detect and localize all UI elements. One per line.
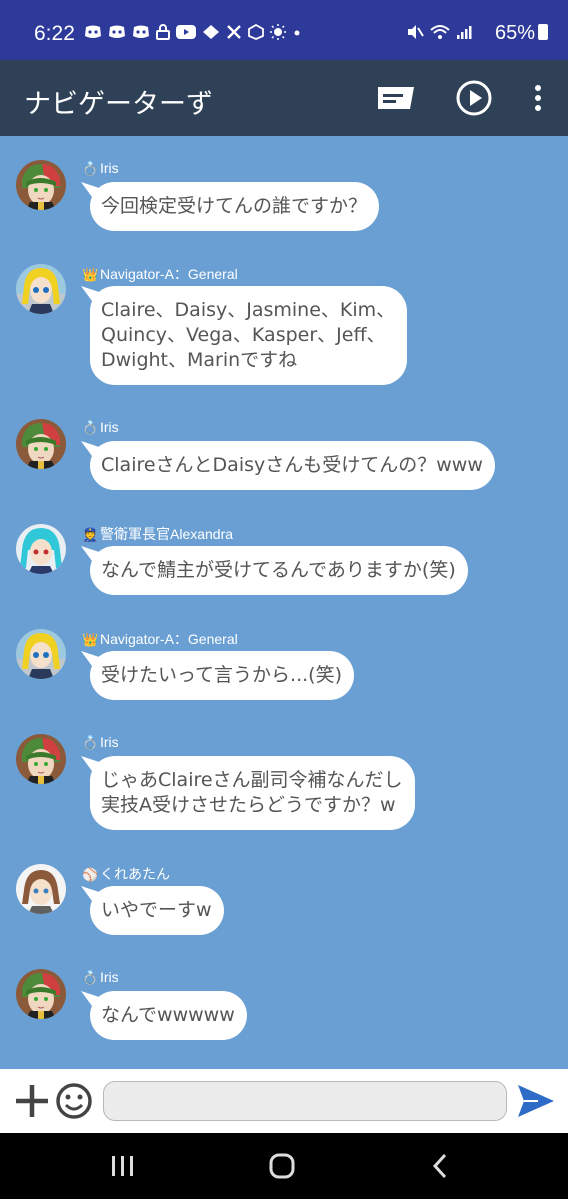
message-bubble[interactable]: ClaireさんとDaisyさんも受けてんの？www xyxy=(90,441,495,490)
more-vert-icon xyxy=(535,85,541,111)
sender-name: 💍 Iris xyxy=(82,160,119,176)
discord-icon xyxy=(85,25,101,38)
back-button[interactable] xyxy=(422,1149,458,1183)
smiley-icon xyxy=(56,1083,92,1119)
crown-icon: 👑 xyxy=(82,267,99,282)
avatar-iris[interactable] xyxy=(16,160,66,210)
status-time: 6:22 xyxy=(34,22,75,45)
wifi-icon xyxy=(430,25,450,39)
avatar-navigator-a[interactable] xyxy=(16,629,66,679)
chat-area[interactable]: 💍 Iris 今回検定受けてんの誰ですか？ 👑 Navigator-A：Genera… xyxy=(0,136,568,1069)
app-bar: ナビゲーターず xyxy=(0,60,568,136)
discord-icon xyxy=(109,25,125,38)
avatar-iris[interactable] xyxy=(16,419,66,469)
sun-icon xyxy=(270,24,286,40)
sender-name: 👑 Navigator-A：General xyxy=(82,631,238,647)
battery-status: 65% xyxy=(495,22,548,45)
message-bubble[interactable]: じゃあClaireさん副司令補なんだし 実技A受けさせたらどうですか？w xyxy=(90,756,415,830)
home-icon xyxy=(269,1153,295,1179)
avatar-iris[interactable] xyxy=(16,734,66,784)
sender-name: 👑 Navigator-A：General xyxy=(82,266,238,282)
system-icons xyxy=(406,24,472,40)
message-bubble[interactable]: Claire、Daisy、Jasmine、Kim、 Quincy、Vega、Ka… xyxy=(90,286,408,385)
signal-icon xyxy=(457,26,472,39)
ring-icon: 💍 xyxy=(82,420,99,435)
x-icon xyxy=(227,25,241,39)
recents-icon xyxy=(112,1156,133,1176)
send-button[interactable] xyxy=(516,1083,556,1119)
avatar-navigator-a[interactable] xyxy=(16,264,66,314)
sender-name: 👮 警衛軍長官Alexandra xyxy=(82,526,234,542)
emoji-button[interactable] xyxy=(55,1082,93,1120)
play-button[interactable] xyxy=(454,78,494,118)
recents-button[interactable] xyxy=(105,1149,141,1183)
police-icon: 👮 xyxy=(82,527,99,542)
battery-percent: 65% xyxy=(494,22,535,44)
notification-icons xyxy=(84,24,302,40)
message-list-button[interactable] xyxy=(376,78,416,118)
sender-name: 💍 Iris xyxy=(82,969,119,985)
more-options-button[interactable] xyxy=(518,78,558,118)
sender-name: 💍 Iris xyxy=(82,419,119,435)
battery-icon xyxy=(538,24,548,40)
message-icon xyxy=(378,87,414,109)
mute-icon xyxy=(408,25,424,39)
home-button[interactable] xyxy=(264,1149,300,1183)
sender-name: ⚾ くれあたん xyxy=(82,866,170,882)
plus-icon xyxy=(16,1085,48,1117)
back-icon xyxy=(432,1153,447,1179)
baseball-icon: ⚾ xyxy=(82,867,99,882)
message-bubble[interactable]: なんで鯖主が受けてるんでありますか(笑) xyxy=(90,546,468,595)
message-input[interactable] xyxy=(103,1081,507,1121)
message-bubble[interactable]: いやでーすw xyxy=(90,886,224,935)
add-attachment-button[interactable] xyxy=(14,1081,50,1121)
ring-icon: 💍 xyxy=(82,735,99,750)
ring-icon: 💍 xyxy=(82,161,99,176)
discord-icon xyxy=(133,25,149,38)
status-bar: 6:22 65% xyxy=(0,0,568,60)
lock-icon xyxy=(156,24,170,40)
send-icon xyxy=(518,1085,554,1117)
avatar-alexandra[interactable] xyxy=(16,524,66,574)
avatar-iris[interactable] xyxy=(16,969,66,1019)
app-icon xyxy=(203,25,219,39)
play-icon xyxy=(456,80,492,116)
box-icon xyxy=(248,24,264,40)
system-nav-bar xyxy=(0,1133,568,1199)
youtube-icon xyxy=(176,25,196,39)
avatar-kureatan[interactable] xyxy=(16,864,66,914)
crown-icon: 👑 xyxy=(82,632,99,647)
page-title: ナビゲーターず xyxy=(24,89,213,120)
message-bubble[interactable]: なんでwwwww xyxy=(90,991,247,1040)
message-input-bar xyxy=(0,1069,568,1133)
message-bubble[interactable]: 受けたいって言うから...(笑) xyxy=(90,651,354,700)
message-bubble[interactable]: 今回検定受けてんの誰ですか？ xyxy=(90,182,380,231)
sender-name: 💍 Iris xyxy=(82,734,119,750)
ring-icon: 💍 xyxy=(82,970,99,985)
dot-icon xyxy=(294,30,300,36)
